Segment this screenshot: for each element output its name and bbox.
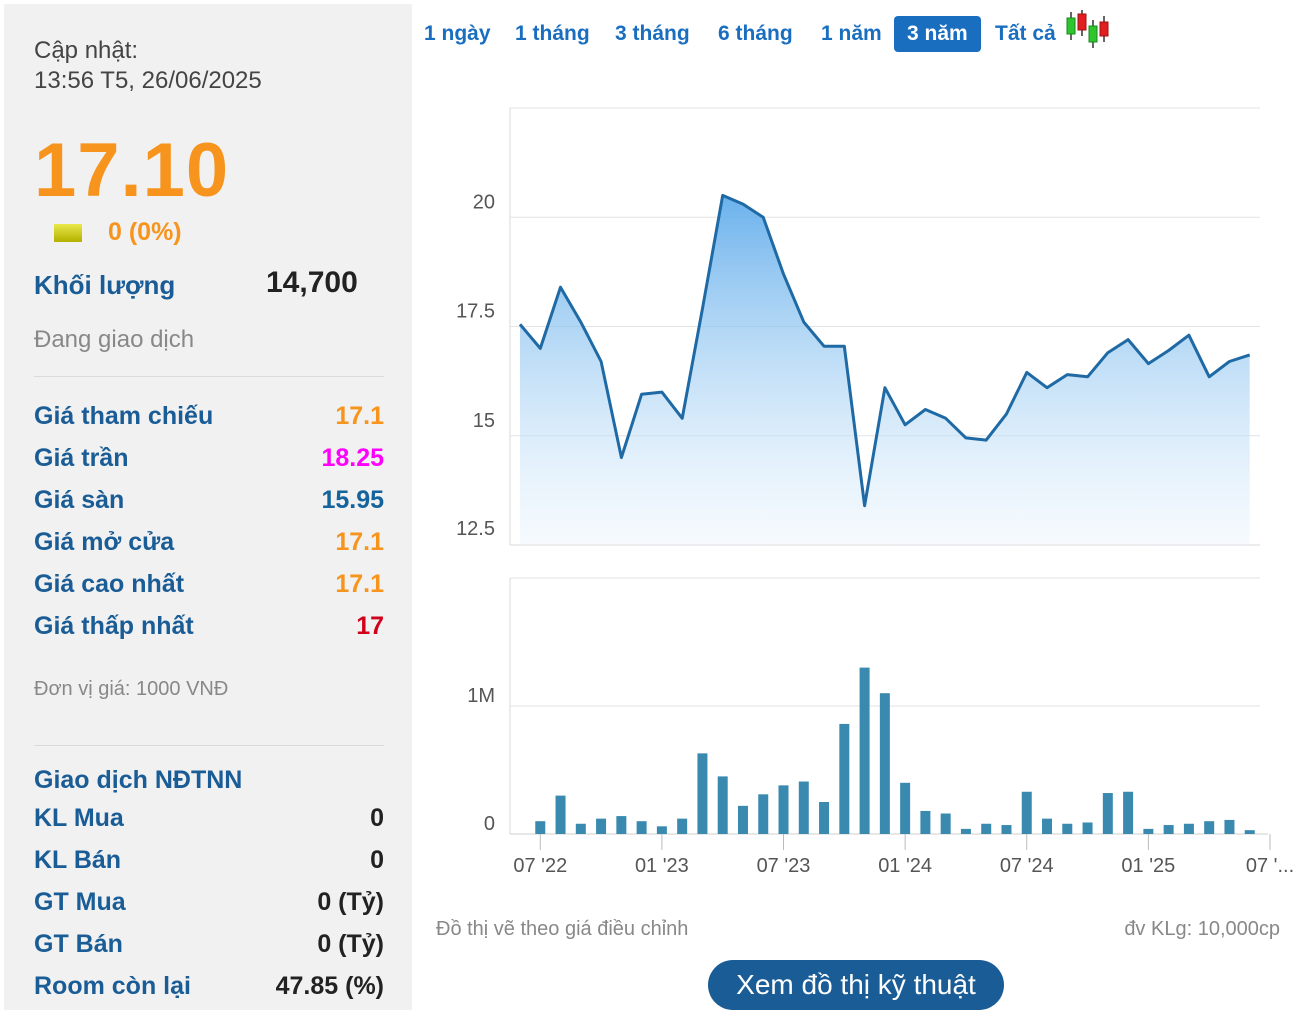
price-axis-tick-label: 17.5 (456, 301, 495, 323)
volume-bar (697, 753, 708, 834)
volume-bar (535, 821, 546, 834)
x-axis-tick-label: 07 '23 (757, 855, 811, 877)
volume-bar (1021, 791, 1032, 834)
tab-1-day[interactable]: 1 ngày (424, 16, 491, 52)
volume-bar (1143, 828, 1154, 834)
volume-bar (656, 826, 667, 834)
tab-3-months[interactable]: 3 tháng (615, 16, 690, 52)
volume-bar (596, 818, 607, 834)
volume-bar (737, 805, 748, 834)
volume-bar (960, 828, 971, 834)
price-volume-chart: 20 17.5 15 12.5 1M 0 07 '22 01 '23 07 '23 01 '24 0… (456, 107, 1294, 877)
volume-bar (819, 802, 830, 834)
volume-bar (879, 693, 890, 834)
x-axis-tick-label: 07 '... (1246, 855, 1294, 877)
x-axis-tick-label: 07 '24 (1000, 855, 1054, 877)
tab-3-years[interactable]: 3 năm (894, 16, 981, 52)
volume-bar (575, 823, 586, 834)
volume-bar (1183, 823, 1194, 834)
tab-6-months[interactable]: 6 tháng (718, 16, 793, 52)
volume-bar (717, 776, 728, 834)
adjusted-price-note: Đồ thị vẽ theo giá điều chỉnh (436, 918, 689, 940)
volume-bar (1082, 822, 1093, 834)
price-axis-tick-label: 15 (473, 410, 495, 432)
volume-bar (778, 785, 789, 834)
x-axis-tick-label: 01 '25 (1121, 855, 1175, 877)
volume-bar (940, 813, 951, 834)
volume-axis-tick-label: 1M (467, 685, 495, 707)
volume-bar (636, 821, 647, 834)
price-axis-tick-label: 20 (473, 191, 495, 213)
price-area (520, 195, 1250, 545)
volume-bar (1062, 823, 1073, 834)
volume-axis-tick-label: 0 (484, 813, 495, 835)
volume-unit-note: đv KLg: 10,000cp (1124, 918, 1280, 940)
x-axis-tick-label: 07 '22 (513, 855, 567, 877)
tab-all[interactable]: Tất cả (995, 16, 1056, 52)
volume-bar (1204, 821, 1215, 834)
volume-bar (1224, 819, 1235, 834)
volume-bar (758, 794, 769, 834)
technical-chart-button[interactable]: Xem đồ thị kỹ thuật (708, 960, 1004, 1010)
tab-1-year[interactable]: 1 năm (821, 16, 882, 52)
candlestick-icon[interactable] (1065, 10, 1111, 50)
volume-bar (1163, 825, 1174, 834)
volume-bar (900, 782, 911, 834)
x-axis-tick-label: 01 '23 (635, 855, 689, 877)
volume-bar (798, 781, 809, 834)
volume-bar (1123, 791, 1134, 834)
volume-bar (677, 818, 688, 834)
volume-bar (555, 795, 566, 834)
volume-bar (1042, 818, 1053, 834)
volume-bar (859, 667, 870, 834)
volume-bar (839, 723, 850, 834)
volume-bar (981, 823, 992, 834)
volume-bar (1244, 830, 1255, 834)
price-axis-tick-label: 12.5 (456, 518, 495, 540)
x-axis-tick-label: 01 '24 (878, 855, 932, 877)
volume-bar (1001, 825, 1012, 834)
volume-bar (1102, 793, 1113, 834)
volume-bar (616, 816, 627, 834)
tab-1-month[interactable]: 1 tháng (515, 16, 590, 52)
volume-bar (920, 810, 931, 834)
